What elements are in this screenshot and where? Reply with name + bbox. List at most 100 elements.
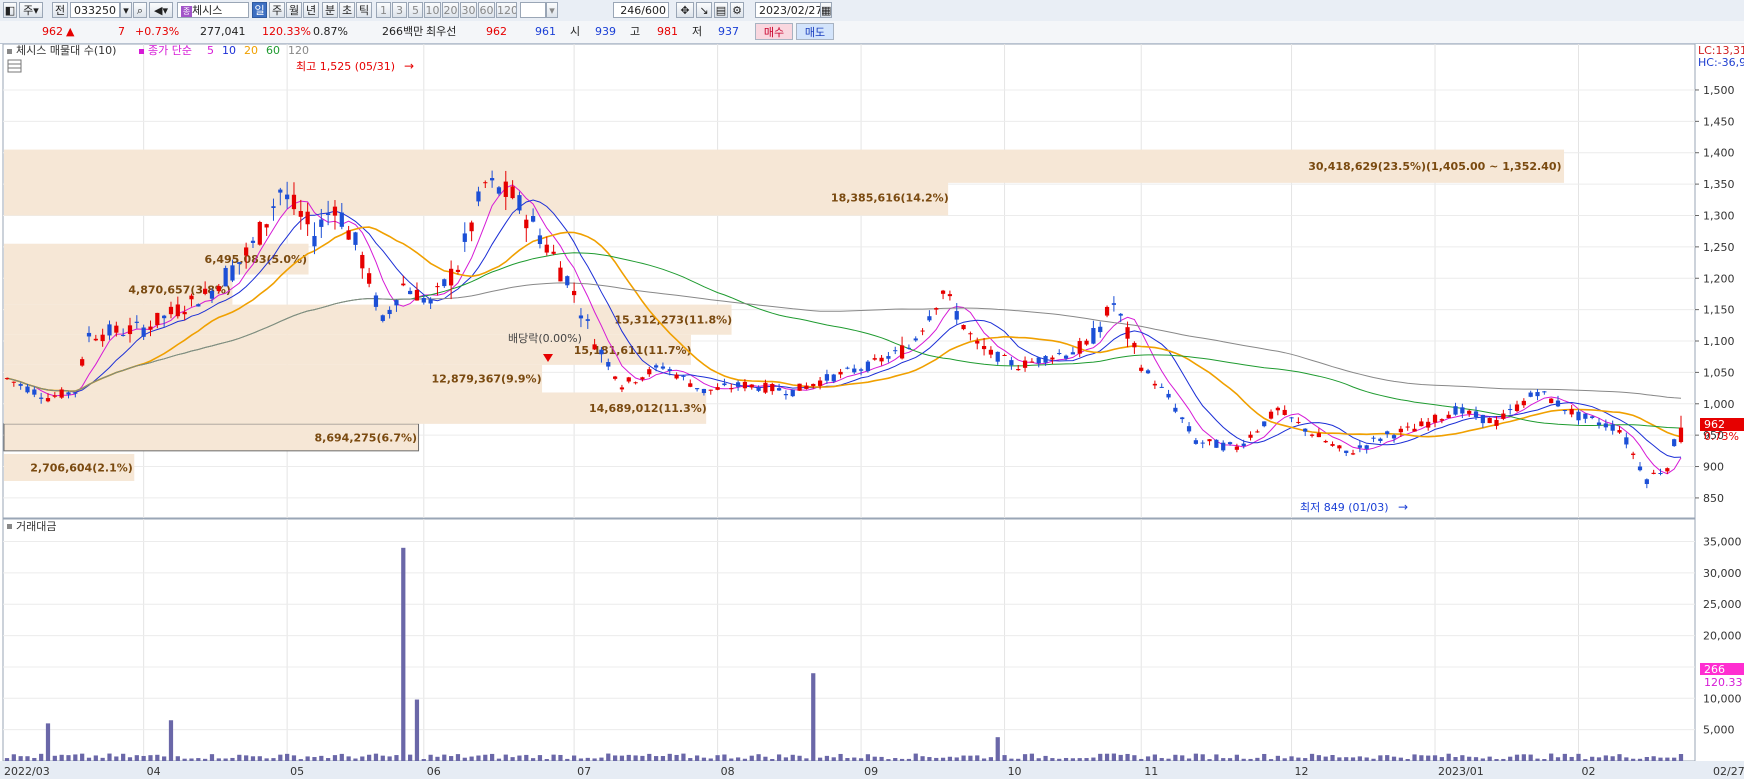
volume-bar (127, 757, 133, 761)
volume-bar (633, 755, 638, 761)
candle-body (763, 382, 768, 393)
search-icon[interactable]: ⌕ (133, 2, 147, 18)
candle-body (1391, 435, 1397, 439)
candle-body (1590, 416, 1595, 418)
volume-bar (865, 754, 871, 761)
min-5[interactable]: 5 (408, 2, 423, 18)
code-dropdown-icon[interactable]: ▾ (120, 2, 132, 18)
candle-body (913, 338, 918, 341)
volume-bar (380, 755, 385, 761)
period-year[interactable]: 년 (303, 2, 319, 18)
low-label: 저 (692, 25, 703, 38)
volume-bar (1542, 759, 1547, 761)
min-20[interactable]: 20 (442, 2, 459, 18)
volume-bar (1446, 753, 1451, 761)
period-month[interactable]: 월 (286, 2, 302, 18)
volume-bar (11, 754, 16, 761)
sell-button[interactable]: 매도 (796, 23, 834, 40)
custom-period-input[interactable] (520, 2, 546, 18)
volume-bar (1549, 753, 1554, 761)
volume-bar (1535, 758, 1540, 761)
volume-bar (1439, 757, 1444, 761)
volume-bar (1016, 758, 1021, 761)
volume-bar (312, 757, 317, 761)
count-value: 246 (620, 4, 642, 17)
volume-bar (852, 757, 857, 761)
candle-body (373, 295, 379, 307)
y-tick-label: 1,300 (1703, 209, 1735, 222)
candle-body (647, 369, 652, 375)
buy-button[interactable]: 매수 (755, 23, 793, 40)
volume-profile-label: 14,689,012(11.3%) (589, 402, 707, 415)
speaker-icon[interactable]: ◀▾ (149, 2, 173, 18)
min-60[interactable]: 60 (478, 2, 495, 18)
candle-body (1528, 392, 1533, 397)
min-10[interactable]: 10 (424, 2, 441, 18)
volume-bar (1241, 758, 1246, 761)
volume-bar (1610, 756, 1615, 761)
volume-bar (32, 757, 37, 761)
x-tick-label: 2022/03 (4, 765, 50, 778)
volume-bar (1070, 758, 1076, 761)
volume-bar (1644, 757, 1649, 761)
volume-bar (148, 755, 153, 761)
volume-bar (455, 754, 461, 761)
jeon-button[interactable]: 전 (52, 2, 68, 18)
volume-bar (305, 756, 310, 761)
period-day[interactable]: 일 (252, 2, 267, 18)
candle-body (189, 295, 194, 300)
market-select[interactable]: 주▾ (19, 2, 43, 18)
stock-name-field[interactable]: 종 체시스 (177, 2, 249, 18)
candle-body (1241, 443, 1246, 446)
candle-body (640, 377, 645, 380)
volume-tick-label: 10,000 (1703, 692, 1742, 705)
volume-bar (373, 753, 379, 761)
candle-body (1651, 472, 1656, 474)
candle-body (86, 332, 92, 337)
count-field[interactable]: 246/600 (613, 2, 669, 18)
candle-body (886, 356, 891, 359)
y-tick-label: 900 (1703, 461, 1724, 474)
candle-body (1057, 353, 1062, 355)
candle-body (107, 324, 112, 336)
volume-bar (1357, 756, 1362, 761)
stock-code-input[interactable]: 033250 (70, 2, 120, 18)
candle-body (66, 392, 71, 395)
y-tick-label: 850 (1703, 492, 1724, 505)
price-chart[interactable]: 2,706,604(2.1%) 8,694,275(6.7%) 14,689,012… (0, 43, 1744, 779)
min-120[interactable]: 120 (496, 2, 517, 18)
save-icon[interactable]: ▤ (714, 2, 728, 18)
min-1[interactable]: 1 (376, 2, 391, 18)
period-week[interactable]: 주 (269, 2, 285, 18)
candle-body (1180, 417, 1185, 420)
volume-bar (524, 754, 529, 761)
candle-body (920, 330, 925, 332)
volume-bar (640, 755, 645, 761)
draw-icon[interactable]: ↘ (696, 2, 712, 18)
candle-body (326, 213, 331, 215)
period-minute[interactable]: 분 (322, 2, 338, 18)
min-30[interactable]: 30 (460, 2, 477, 18)
calendar-icon[interactable]: ▦ (820, 2, 832, 18)
layout-icon[interactable]: ◧ (3, 2, 17, 18)
table-icon[interactable] (7, 59, 22, 73)
custom-period-dropdown-icon[interactable]: ▾ (546, 2, 558, 18)
period-second[interactable]: 초 (339, 2, 355, 18)
min-3[interactable]: 3 (392, 2, 407, 18)
candle-body (1378, 438, 1383, 442)
volume-bar (694, 755, 700, 761)
x-tick-label: 05 (290, 765, 304, 778)
candle-body (394, 300, 399, 306)
candle-body (4, 378, 10, 380)
candle-body (537, 235, 543, 245)
candle-body (1016, 369, 1021, 371)
candle-body (1508, 409, 1513, 411)
candle-body (1118, 313, 1123, 316)
volume-bar (52, 755, 57, 761)
period-tick[interactable]: 틱 (356, 2, 372, 18)
tool-icon[interactable]: ✥ (676, 2, 694, 18)
candle-body (660, 366, 666, 369)
volume-bar (66, 755, 71, 761)
gear-icon[interactable]: ⚙ (730, 2, 744, 18)
chart-area[interactable]: 2,706,604(2.1%) 8,694,275(6.7%) 14,689,012… (0, 43, 1744, 779)
